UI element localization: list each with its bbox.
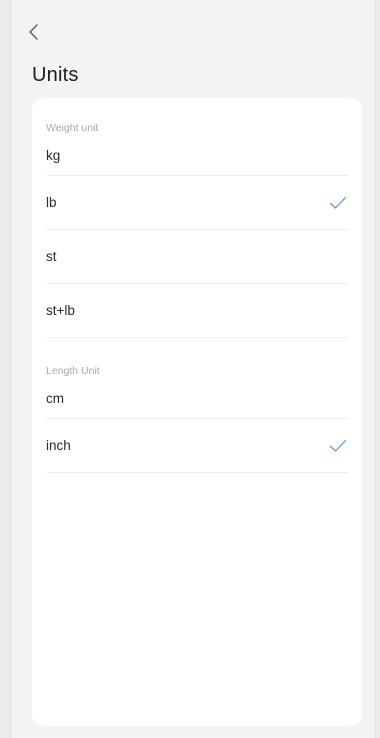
units-screen: Units Weight unit kg lb st st+lb Length … [0,0,380,738]
weight-option-kg[interactable]: kg [46,135,348,176]
weight-option-st-lb[interactable]: st+lb [46,284,348,338]
chevron-left-icon [29,24,38,40]
weight-option-st[interactable]: st [46,230,348,284]
option-label: st [46,249,57,264]
option-label: st+lb [46,303,75,318]
units-card: Weight unit kg lb st st+lb Length Unit c… [32,98,362,726]
back-button[interactable] [22,20,46,44]
length-option-cm[interactable]: cm [46,378,348,419]
checkmark-icon [329,439,347,452]
weight-section-label: Weight unit [46,122,99,134]
option-label: lb [46,195,57,210]
length-option-inch[interactable]: inch [46,419,348,473]
option-label: inch [46,438,71,453]
option-label: cm [46,390,64,406]
weight-option-lb[interactable]: lb [46,176,348,230]
length-section-label: Length Unit [46,365,100,377]
page-title: Units [32,64,79,86]
checkmark-icon [329,196,347,209]
option-label: kg [46,147,61,163]
